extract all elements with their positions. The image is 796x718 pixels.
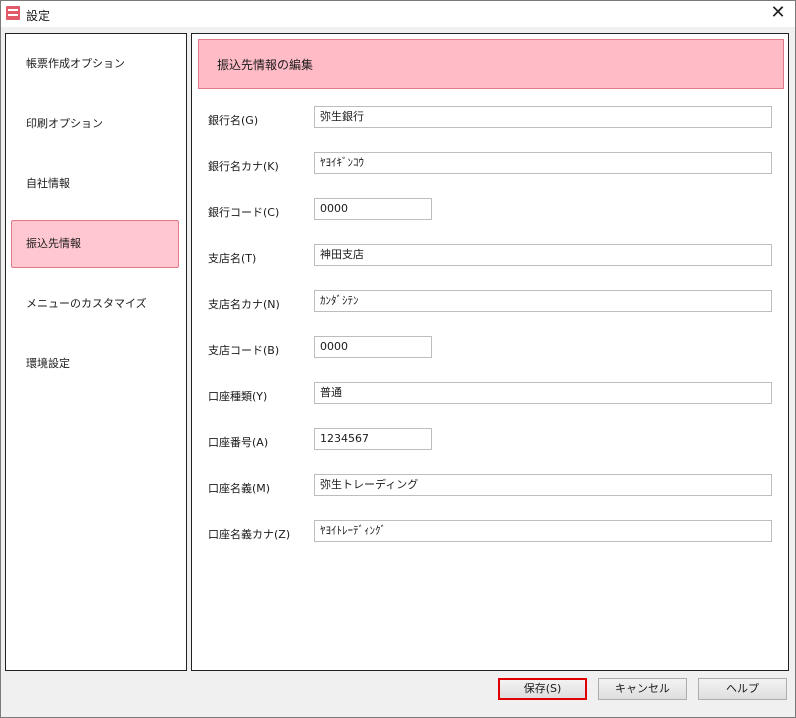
account-holder-kana-label: 口座名義カナ(Z) <box>208 528 291 541</box>
sidebar-item-label: 帳票作成オプション <box>26 57 125 70</box>
bank-name-label: 銀行名(G) <box>208 114 259 127</box>
account-type-label: 口座種類(Y) <box>208 390 268 403</box>
sidebar-item-label: 自社情報 <box>26 177 70 190</box>
account-number-field[interactable]: 1234567 <box>314 428 432 450</box>
window-title: 設定 <box>26 9 51 23</box>
bank-info-panel: 振込先情報の編集 銀行名(G) 弥生銀行 銀行名カナ(K) ﾔﾖｲｷﾞﾝｺｳ 銀… <box>191 33 789 671</box>
close-icon[interactable]: ✕ <box>761 1 795 27</box>
sidebar-item-label: 環境設定 <box>26 357 70 370</box>
branch-name-label: 支店名(T) <box>208 252 257 265</box>
bank-name-kana-label: 銀行名カナ(K) <box>208 160 279 173</box>
app-icon <box>6 6 20 20</box>
section-header: 振込先情報の編集 <box>198 39 784 89</box>
account-holder-kana-field[interactable]: ﾔﾖｲﾄﾚｰﾃﾞｨﾝｸﾞ <box>314 520 772 542</box>
bank-name-kana-field[interactable]: ﾔﾖｲｷﾞﾝｺｳ <box>314 152 772 174</box>
branch-code-field[interactable]: 0000 <box>314 336 432 358</box>
account-type-field[interactable]: 普通 <box>314 382 772 404</box>
branch-name-field[interactable]: 神田支店 <box>314 244 772 266</box>
account-holder-label: 口座名義(M) <box>208 482 271 495</box>
settings-window: 設定 ✕ 帳票作成オプション 印刷オプション 自社情報 振込先情報 メニューのカ… <box>0 0 796 718</box>
sidebar-item-print-options[interactable]: 印刷オプション <box>11 100 179 148</box>
sidebar-item-environment[interactable]: 環境設定 <box>11 340 179 388</box>
sidebar-item-bank-account[interactable]: 振込先情報 <box>11 220 179 268</box>
sidebar-item-label: 振込先情報 <box>26 237 81 250</box>
bank-name-field[interactable]: 弥生銀行 <box>314 106 772 128</box>
account-number-label: 口座番号(A) <box>208 436 269 449</box>
title-bar: 設定 ✕ <box>1 1 795 27</box>
bank-code-field[interactable]: 0000 <box>314 198 432 220</box>
branch-code-label: 支店コード(B) <box>208 344 280 357</box>
sidebar-item-form-options[interactable]: 帳票作成オプション <box>11 40 179 88</box>
settings-sidebar: 帳票作成オプション 印刷オプション 自社情報 振込先情報 メニューのカスタマイズ… <box>5 33 187 671</box>
cancel-button[interactable]: キャンセル <box>598 678 687 700</box>
sidebar-item-company-info[interactable]: 自社情報 <box>11 160 179 208</box>
branch-name-kana-label: 支店名カナ(N) <box>208 298 280 311</box>
sidebar-item-menu-customize[interactable]: メニューのカスタマイズ <box>11 280 179 328</box>
sidebar-item-label: メニューのカスタマイズ <box>26 297 147 310</box>
account-holder-field[interactable]: 弥生トレーディング <box>314 474 772 496</box>
branch-name-kana-field[interactable]: ｶﾝﾀﾞｼﾃﾝ <box>314 290 772 312</box>
help-button[interactable]: ヘルプ <box>698 678 787 700</box>
bank-code-label: 銀行コード(C) <box>208 206 280 219</box>
sidebar-item-label: 印刷オプション <box>26 117 103 130</box>
save-button[interactable]: 保存(S) <box>498 678 587 700</box>
